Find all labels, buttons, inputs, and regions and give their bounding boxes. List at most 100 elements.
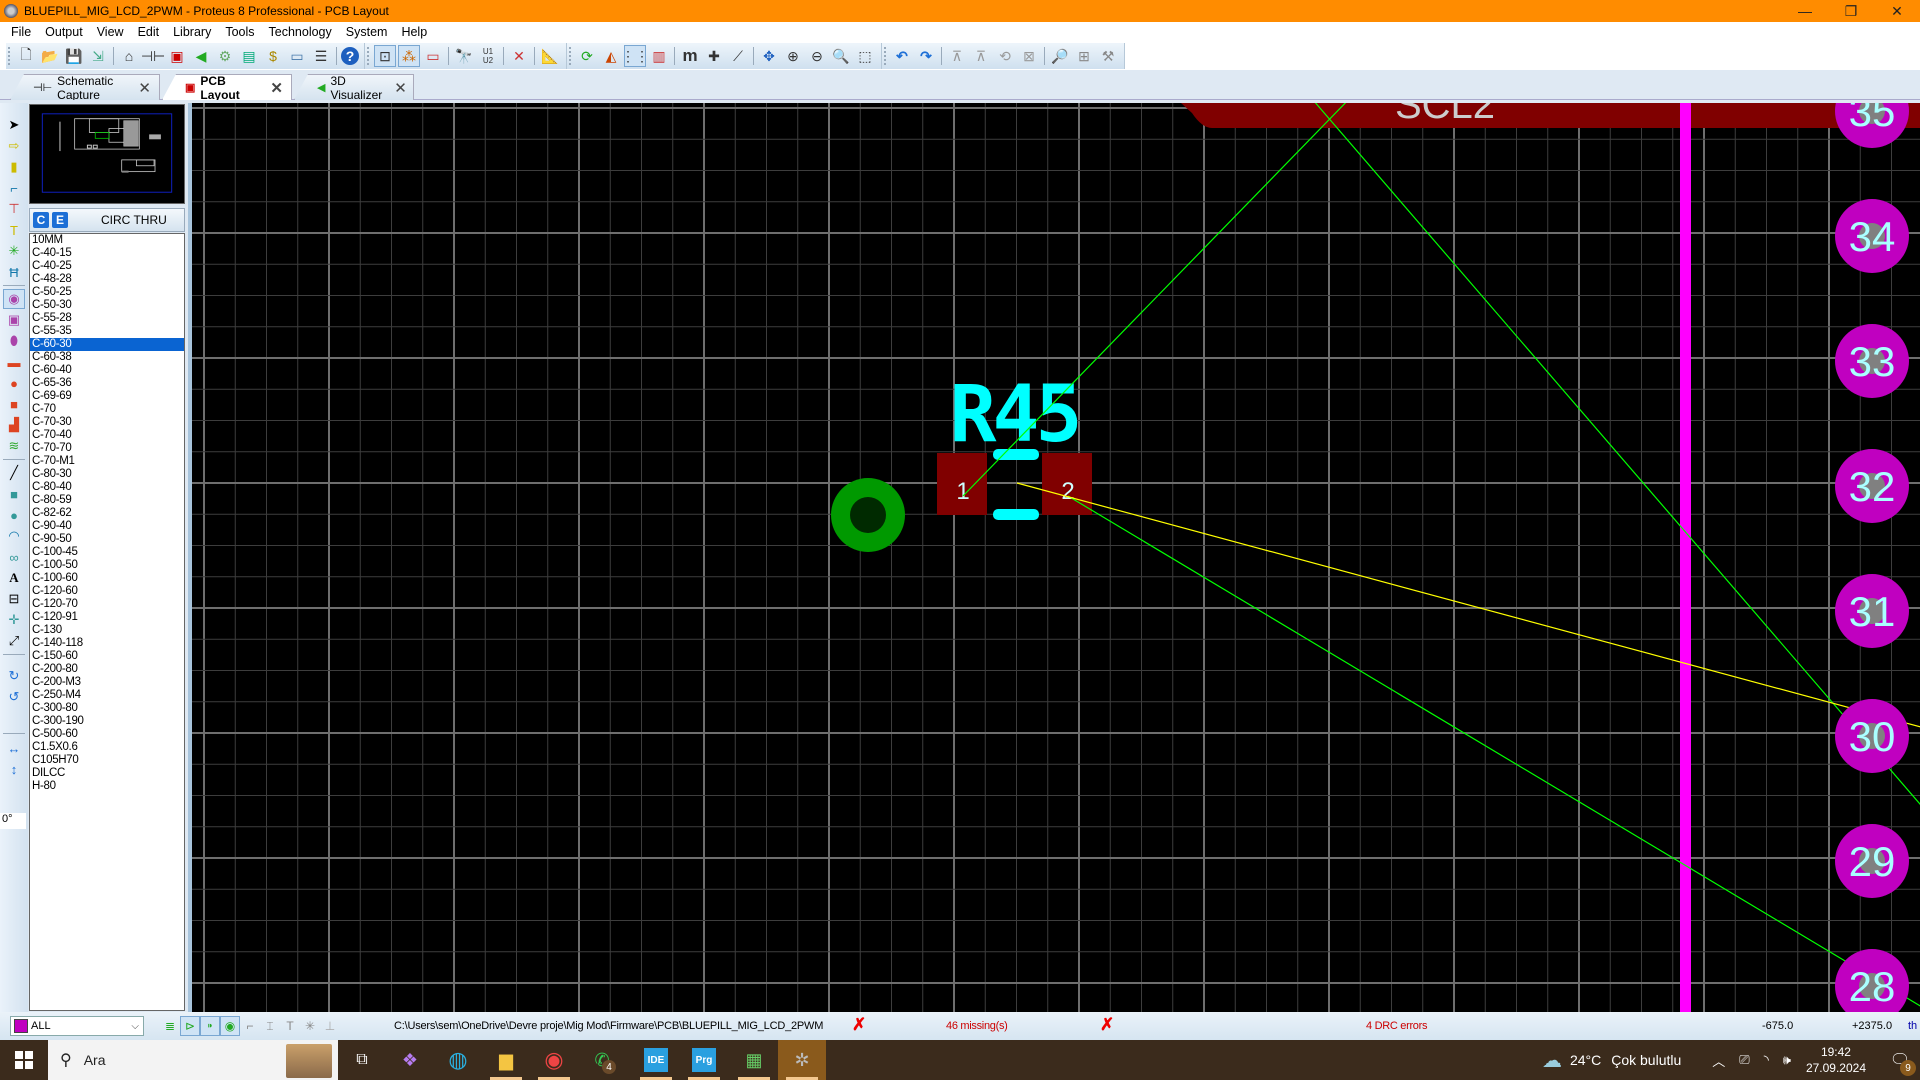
selection-mode-icon[interactable]: ➤	[3, 115, 25, 135]
notification-center-button[interactable]: 🗨 9	[1880, 1050, 1920, 1076]
rotate-ccw-icon[interactable]: ↺	[3, 687, 25, 707]
pad-style-item[interactable]: C-60-40	[30, 364, 184, 377]
layer-selector[interactable]: ALL ⌵	[10, 1016, 144, 1036]
pcb-icon[interactable]: ▣	[166, 45, 188, 67]
refresh-icon[interactable]: ⟳	[576, 45, 598, 67]
connector-pin-pad[interactable]: 34	[1835, 199, 1909, 273]
project-notes-icon[interactable]: ☰	[310, 45, 332, 67]
square-pad-icon[interactable]: ▣	[3, 310, 25, 330]
pad-style-item[interactable]: C-70-70	[30, 442, 184, 455]
close-icon[interactable]: ✕	[394, 79, 407, 97]
box-icon[interactable]: ■	[3, 484, 25, 504]
pad-style-item[interactable]: C-80-40	[30, 481, 184, 494]
select-area-icon[interactable]: ▭	[422, 45, 444, 67]
menu-output[interactable]: Output	[38, 25, 90, 39]
notes-icon[interactable]: ▭	[286, 45, 308, 67]
connectivity-icon[interactable]: Ħ	[3, 262, 25, 282]
pad-style-item[interactable]: C-70-30	[30, 416, 184, 429]
scl2-copper-region-body[interactable]	[1170, 103, 1920, 128]
pad-style-item[interactable]: C-60-30	[30, 338, 184, 351]
pad-style-item[interactable]: C-120-60	[30, 585, 184, 598]
decompose-icon[interactable]: ⚒	[1097, 45, 1119, 67]
padstack-icon[interactable]: ≋	[3, 436, 25, 456]
volume-icon[interactable]: 🕪	[1783, 1052, 1791, 1068]
pad-style-list[interactable]: 10MM C-40-15 C-40-25 C-48-28 C-50-25 C-50-30 C…	[29, 233, 185, 1011]
pcb-canvas[interactable]: SCL2 R45 1 2 35 34 33 32 31 30 29 28	[188, 103, 1920, 1013]
track-mode-icon[interactable]: ⌐	[240, 1016, 260, 1036]
pad-style-item[interactable]: C-65-36	[30, 377, 184, 390]
via-mode-icon[interactable]: ⊤	[3, 199, 25, 219]
pad-style-item[interactable]: C-150-60	[30, 650, 184, 663]
circular-smt-pad-icon[interactable]: ●	[3, 373, 25, 393]
pad-style-item[interactable]: C-55-28	[30, 312, 184, 325]
layers-icon[interactable]: ▥	[648, 45, 670, 67]
connector-pin-pad[interactable]: 33	[1835, 324, 1909, 398]
close-icon[interactable]: ✕	[270, 79, 283, 97]
pad-style-item[interactable]: C-70-M1	[30, 455, 184, 468]
find-icon[interactable]: 🔭	[453, 45, 475, 67]
tab-pcb-layout[interactable]: ▣ PCB Layout ✕	[162, 74, 292, 100]
zone-icon[interactable]: T	[280, 1016, 300, 1036]
zoom-out-icon[interactable]: ⊖	[806, 45, 828, 67]
pan-icon[interactable]: ✥	[758, 45, 780, 67]
task-view-button[interactable]: ⧉	[338, 1040, 386, 1080]
pad-style-item[interactable]: 10MM	[30, 234, 184, 247]
vertical-track[interactable]	[1680, 103, 1691, 1013]
undo-icon[interactable]: ↶	[891, 45, 913, 67]
app-installer-app[interactable]: ▦	[730, 1040, 778, 1080]
clock[interactable]: 19:42 27.09.2024	[1806, 1044, 1866, 1076]
minimize-button[interactable]: —	[1782, 0, 1828, 22]
grid-icon[interactable]: ⋮⋮	[621, 45, 649, 67]
pad-style-item[interactable]: C-50-30	[30, 299, 184, 312]
pick-part-icon[interactable]: 🔎	[1049, 45, 1071, 67]
ratsnest-icon[interactable]: ✕	[508, 45, 530, 67]
make-package-icon[interactable]: ⊞	[1073, 45, 1095, 67]
line-icon[interactable]: ╱	[3, 463, 25, 483]
save-icon[interactable]: 💾	[63, 45, 85, 67]
route-mode-icon[interactable]: ⊳	[180, 1016, 200, 1036]
round-pad-icon[interactable]: ◉	[3, 289, 25, 309]
via-mode-icon[interactable]: ◉	[220, 1016, 240, 1036]
symbol-icon[interactable]: ⊟	[3, 589, 25, 609]
schematic-icon[interactable]: ⊣⊢	[141, 45, 165, 67]
block-copy-icon[interactable]: ⊼	[946, 45, 968, 67]
prg-app[interactable]: Prg	[680, 1040, 728, 1080]
wifi-icon[interactable]: ◝	[1764, 1052, 1769, 1068]
snap-icon[interactable]: ⁂	[398, 45, 420, 67]
pad-style-item[interactable]: C-50-25	[30, 286, 184, 299]
edge-pad-icon[interactable]: ▬	[3, 352, 25, 372]
file-explorer-app[interactable]: ▆	[482, 1040, 530, 1080]
pad-style-item[interactable]: C-90-50	[30, 533, 184, 546]
menu-help[interactable]: Help	[394, 25, 434, 39]
flip-icon[interactable]: ◭	[600, 45, 622, 67]
redo-icon[interactable]: ↷	[915, 45, 937, 67]
menu-view[interactable]: View	[90, 25, 131, 39]
edge-app[interactable]: ◍	[434, 1040, 482, 1080]
block-delete-icon[interactable]: ⊠	[1018, 45, 1040, 67]
ratsnest-mode-icon[interactable]: ✳	[3, 241, 25, 261]
origin-icon[interactable]: ✚	[703, 45, 725, 67]
mirror-x-icon[interactable]: ↔	[3, 738, 25, 758]
pick-from-library-button[interactable]: C	[33, 212, 49, 228]
layers-stack-icon[interactable]: ≣	[160, 1016, 180, 1036]
import-icon[interactable]: ⇲	[87, 45, 109, 67]
connect-icon[interactable]: ⊥	[320, 1016, 340, 1036]
design-rules-icon[interactable]: 📐	[539, 45, 561, 67]
false-origin-icon[interactable]: ⟋	[727, 45, 749, 67]
pad-style-item[interactable]: C-100-45	[30, 546, 184, 559]
drc-errors[interactable]: 4 DRC errors	[1366, 1020, 1427, 1032]
chrome-app[interactable]: ◉	[530, 1040, 578, 1080]
tab-3d-visualizer[interactable]: ◀ 3D Visualizer ✕	[294, 74, 414, 100]
zoom-in-icon[interactable]: ⊕	[782, 45, 804, 67]
home-icon[interactable]: ⌂	[118, 45, 140, 67]
chevron-up-icon[interactable]: ︿	[1712, 1051, 1725, 1070]
ratsnest-toggle-icon[interactable]: ✳	[300, 1016, 320, 1036]
design-explorer-icon[interactable]: ▤	[238, 45, 260, 67]
rotate-cw-icon[interactable]: ↻	[3, 666, 25, 686]
component-ref-r45[interactable]: R45	[950, 370, 1083, 460]
zoom-area-icon[interactable]: ⬚	[854, 45, 876, 67]
close-icon[interactable]: ✕	[138, 79, 151, 97]
dimension-icon[interactable]: ⤢	[3, 631, 25, 651]
connector-pin-pad[interactable]: 28	[1835, 949, 1909, 1013]
start-button[interactable]	[0, 1040, 48, 1080]
